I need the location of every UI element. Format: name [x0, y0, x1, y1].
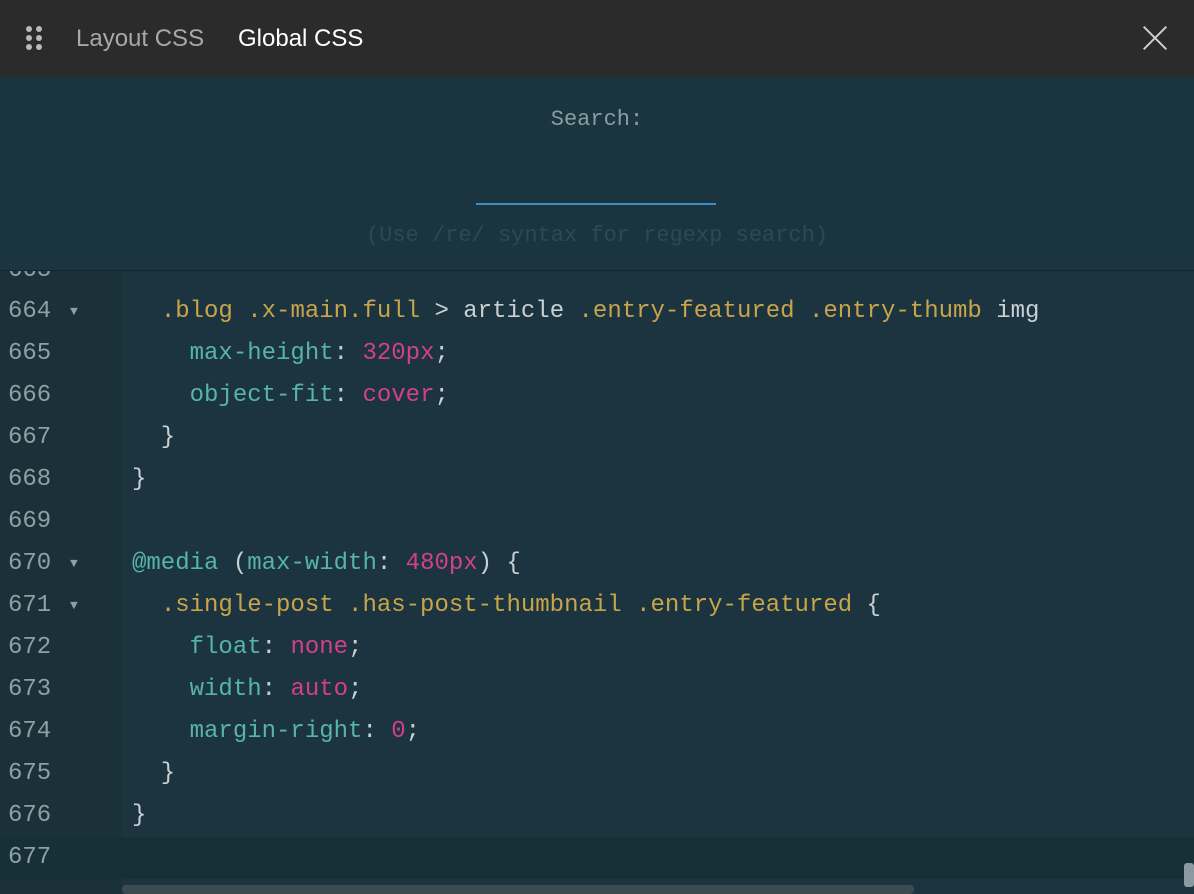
code-line: 665 max-height: 320px;	[0, 333, 1194, 375]
code-line: 670 ▼ @media (max-width: 480px) {	[0, 543, 1194, 585]
code-text: width: auto;	[189, 676, 363, 703]
code-line: 664 ▼ .blog .x-main.full > article .entr…	[0, 291, 1194, 333]
code-text: .blog .x-main.full > article .entry-feat…	[160, 298, 1040, 325]
fold-arrow-icon[interactable]: ▼	[70, 543, 78, 585]
code-line: 663	[0, 271, 1194, 292]
horizontal-scrollbar[interactable]	[122, 885, 914, 894]
code-line: 675 }	[0, 753, 1194, 795]
code-line: 669	[0, 501, 1194, 543]
line-number: 676	[8, 802, 52, 829]
code-text: @media (max-width: 480px) {	[132, 550, 521, 577]
code-editor[interactable]: 663 664 ▼ .blog .x-main.full > article .…	[0, 271, 1194, 894]
close-icon[interactable]	[1142, 25, 1168, 51]
editor-header: Layout CSS Global CSS	[0, 0, 1194, 77]
line-number: 673	[8, 676, 52, 703]
drag-handle-icon[interactable]	[26, 26, 46, 50]
line-number: 670	[8, 550, 52, 577]
line-number: 665	[8, 340, 52, 367]
code-text: }	[132, 760, 176, 787]
code-text: max-height: 320px;	[189, 340, 449, 367]
code-line: 668 }	[0, 459, 1194, 501]
code-line: 676 }	[0, 795, 1194, 837]
code-text: .single-post .has-post-thumbnail .entry-…	[160, 592, 881, 619]
search-input[interactable]	[476, 173, 716, 205]
code-text: }	[132, 802, 147, 829]
line-number: 667	[8, 424, 52, 451]
line-number: 664	[8, 298, 52, 325]
line-number: 672	[8, 634, 52, 661]
code-text: }	[132, 466, 147, 493]
code-line: 673 width: auto;	[0, 669, 1194, 711]
fold-arrow-icon[interactable]: ▼	[70, 585, 78, 627]
search-label: Search:	[550, 107, 644, 132]
search-hint: (Use /re/ syntax for regexp search)	[365, 223, 829, 248]
code-text: float: none;	[189, 634, 363, 661]
line-number: 671	[8, 592, 52, 619]
fold-arrow-icon[interactable]: ▼	[70, 291, 78, 333]
line-number: 674	[8, 718, 52, 745]
code-text: object-fit: cover;	[189, 382, 449, 409]
code-line: 667 }	[0, 417, 1194, 459]
line-number: 677	[8, 844, 52, 871]
code-text: margin-right: 0;	[189, 718, 421, 745]
code-line: 672 float: none;	[0, 627, 1194, 669]
tab-global-css[interactable]: Global CSS	[238, 0, 363, 77]
code-line: 674 margin-right: 0;	[0, 711, 1194, 753]
line-number: 666	[8, 382, 52, 409]
line-number: 663	[8, 271, 51, 292]
line-number: 675	[8, 760, 52, 787]
line-number: 669	[8, 508, 52, 535]
line-number: 668	[8, 466, 52, 493]
code-line-current[interactable]: 677	[0, 837, 1194, 879]
code-line: 671 ▼ .single-post .has-post-thumbnail .…	[0, 585, 1194, 627]
search-panel: Search: (Use /re/ syntax for regexp sear…	[0, 77, 1194, 271]
code-text: }	[132, 424, 176, 451]
code-line: 666 object-fit: cover;	[0, 375, 1194, 417]
tab-layout-css[interactable]: Layout CSS	[76, 0, 204, 77]
vertical-scrollbar[interactable]	[1184, 863, 1194, 887]
